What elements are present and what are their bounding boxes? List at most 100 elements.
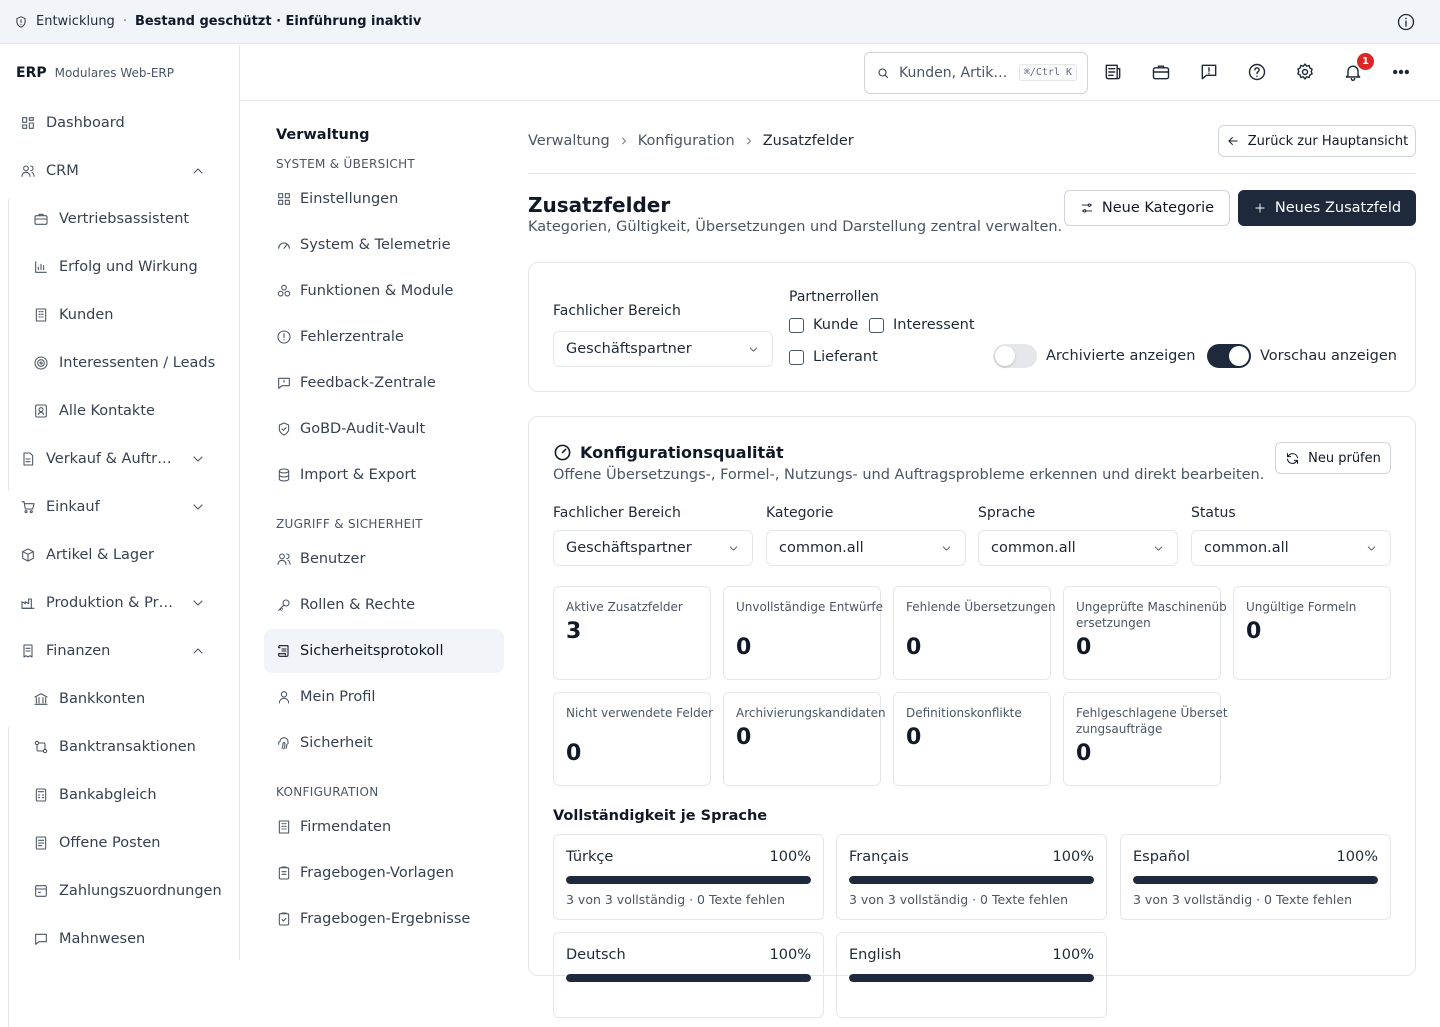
qf-category-label: Kategorie xyxy=(766,505,834,521)
language-card-tr[interactable]: Türkçe 100% 3 von 3 vollständig · 0 Texte … xyxy=(553,834,824,920)
package-icon xyxy=(20,547,46,563)
settings-item-import[interactable]: Import & Export xyxy=(264,453,504,497)
sidebar-item-crm[interactable]: CRM xyxy=(8,151,230,191)
sidebar-item-vertriebsassistent[interactable]: Vertriebsassistent xyxy=(21,199,230,239)
sidebar-item-banktransaktionen[interactable]: Banktransaktionen xyxy=(21,727,230,767)
building-icon xyxy=(33,307,59,323)
sidebar-item-dashboard[interactable]: Dashboard xyxy=(8,103,230,143)
sidebar-item-verkauf[interactable]: Verkauf & Auftr… xyxy=(8,439,230,479)
sidebar-item-kontakte[interactable]: Alle Kontakte xyxy=(21,391,230,431)
sidebar-item-kunden[interactable]: Kunden xyxy=(21,295,230,335)
settings-item-rollen[interactable]: Rollen & Rechte xyxy=(264,583,504,627)
metric-active[interactable]: Aktive Zusatzfelder 3 xyxy=(553,586,711,680)
role-supplier-checkbox[interactable]: Lieferant xyxy=(789,349,878,365)
qf-category-select[interactable]: common.all xyxy=(766,530,966,566)
new-category-button[interactable]: Neue Kategorie xyxy=(1064,190,1230,226)
bell-icon[interactable]: 1 xyxy=(1343,53,1374,84)
sidebar-item-offene-posten[interactable]: Offene Posten xyxy=(21,823,230,863)
brand-name: ERP xyxy=(16,65,47,81)
settings-item-module[interactable]: Funktionen & Module xyxy=(264,269,504,313)
page-subtitle: Kategorien, Gültigkeit, Übersetzungen un… xyxy=(528,219,1063,235)
sidebar-item-bankkonten[interactable]: Bankkonten xyxy=(21,679,230,719)
feedback-icon[interactable] xyxy=(1199,62,1221,84)
environment-label: Entwicklung xyxy=(36,14,115,29)
sidebar-item-produktion[interactable]: Produktion & Pr… xyxy=(8,583,230,623)
sidebar-item-zahlungszuordnungen[interactable]: Zahlungszuordnungen xyxy=(21,871,230,911)
sidebar-item-artikel[interactable]: Artikel & Lager xyxy=(8,535,230,575)
language-card-en[interactable]: English 100% xyxy=(836,932,1107,1018)
sidebar-item-bankabgleich[interactable]: Bankabgleich xyxy=(21,775,230,815)
help-icon[interactable] xyxy=(1247,62,1269,84)
qf-area-select[interactable]: Geschäftspartner xyxy=(553,530,753,566)
settings-item-fragebogen-ergebnisse[interactable]: Fragebogen-Ergebnisse xyxy=(264,897,504,941)
brand-tagline: Modulares Web-ERP xyxy=(54,66,174,80)
language-card-es[interactable]: Español 100% 3 von 3 vollständig · 0 Texte… xyxy=(1120,834,1391,920)
settings-item-fragebogen-vorlagen[interactable]: Fragebogen-Vorlagen xyxy=(264,851,504,895)
settings-item-einstellungen[interactable]: Einstellungen xyxy=(264,177,504,221)
chevron-up-icon xyxy=(190,163,216,179)
message-icon xyxy=(276,375,300,391)
qf-status-select[interactable]: common.all xyxy=(1191,530,1391,566)
settings-item-profil[interactable]: Mein Profil xyxy=(264,675,504,719)
settings-item-firmendaten[interactable]: Firmendaten xyxy=(264,805,504,849)
gauge-icon xyxy=(276,237,300,253)
breadcrumb-konfiguration[interactable]: Konfiguration xyxy=(638,133,735,149)
briefcase-icon[interactable] xyxy=(1151,62,1173,84)
metric-archive-candidates[interactable]: Archivierungskandidaten 0 xyxy=(723,692,886,786)
settings-item-sicherheit[interactable]: Sicherheit xyxy=(264,721,504,765)
more-icon[interactable] xyxy=(1391,62,1413,84)
progress-bar xyxy=(849,974,1094,982)
sidebar-item-finanzen[interactable]: Finanzen xyxy=(8,631,230,671)
target-icon xyxy=(33,355,59,371)
settings-item-fehlerzentrale[interactable]: Fehlerzentrale xyxy=(264,315,504,359)
gauge-icon xyxy=(553,443,572,462)
archived-toggle[interactable]: Archivierte anzeigen xyxy=(993,344,1195,368)
transfer-icon xyxy=(33,739,59,755)
sidebar-item-leads[interactable]: Interessenten / Leads xyxy=(21,343,230,383)
metric-unreviewed-mt[interactable]: Ungeprüfte Maschinenübersetzungen 0 xyxy=(1063,586,1227,680)
sidebar-item-mahnwesen[interactable]: Mahnwesen xyxy=(21,919,230,959)
search-input[interactable]: Kunden, Artik… ⌘/Ctrl K xyxy=(864,52,1088,94)
metric-invalid-formulas[interactable]: Ungültige Formeln 0 xyxy=(1233,586,1391,680)
notification-badge: 1 xyxy=(1357,53,1374,70)
cart-icon xyxy=(20,499,46,515)
recheck-button[interactable]: Neu prüfen xyxy=(1275,442,1391,474)
settings-nav-title: Verwaltung xyxy=(276,127,370,143)
back-button[interactable]: Zurück zur Hauptansicht xyxy=(1218,125,1416,157)
settings-item-feedback[interactable]: Feedback-Zentrale xyxy=(264,361,504,405)
shield-check-icon xyxy=(276,421,300,437)
section-system: SYSTEM & ÜBERSICHT xyxy=(276,157,416,171)
settings-item-benutzer[interactable]: Benutzer xyxy=(264,537,504,581)
new-field-button[interactable]: Neues Zusatzfeld xyxy=(1238,190,1416,226)
language-card-fr[interactable]: Français 100% 3 von 3 vollständig · 0 Text… xyxy=(836,834,1107,920)
sidebar-item-erfolg[interactable]: Erfolg und Wirkung xyxy=(21,247,230,287)
metric-unused-fields[interactable]: Nicht verwendete Felder 0 xyxy=(553,692,713,786)
settings-item-gobd[interactable]: GoBD-Audit-Vault xyxy=(264,407,504,451)
language-card-de[interactable]: Deutsch 100% xyxy=(553,932,824,1018)
chevron-down-icon xyxy=(1152,542,1165,555)
preview-toggle[interactable]: Vorschau anzeigen xyxy=(1207,344,1397,368)
search-icon xyxy=(877,67,889,79)
receipt-icon xyxy=(20,643,46,659)
sidebar-item-einkauf[interactable]: Einkauf xyxy=(8,487,230,527)
metric-definition-conflicts[interactable]: Definitionskonflikte 0 xyxy=(893,692,1051,786)
quality-title: Konfigurationsqualität xyxy=(580,443,784,462)
info-icon[interactable] xyxy=(1396,12,1416,32)
role-customer-checkbox[interactable]: Kunde xyxy=(789,317,858,333)
gear-icon[interactable] xyxy=(1295,62,1317,84)
qf-language-select[interactable]: common.all xyxy=(978,530,1178,566)
area-select[interactable]: Geschäftspartner xyxy=(553,331,773,367)
search-placeholder: Kunden, Artik… xyxy=(899,65,1008,81)
breadcrumb-verwaltung[interactable]: Verwaltung xyxy=(528,133,610,149)
settings-item-sicherheitsprotokoll[interactable]: Sicherheitsprotokoll xyxy=(264,629,504,673)
sidebar: ERP Modulares Web-ERP Dashboard CRM Vertr… xyxy=(0,45,240,1027)
newspaper-icon[interactable] xyxy=(1103,62,1125,84)
key-icon xyxy=(276,597,300,613)
metric-missing-translations[interactable]: Fehlende Übersetzungen 0 xyxy=(893,586,1056,680)
scroll-icon xyxy=(276,643,300,659)
metric-incomplete-drafts[interactable]: Unvollständige Entwürfe 0 xyxy=(723,586,883,680)
metric-failed-translation-jobs[interactable]: Fehlgeschlagene Übersetzungsaufträge 0 xyxy=(1063,692,1228,786)
role-prospect-checkbox[interactable]: Interessent xyxy=(869,317,975,333)
header: Kunden, Artik… ⌘/Ctrl K 1 xyxy=(240,45,1440,101)
settings-item-telemetrie[interactable]: System & Telemetrie xyxy=(264,223,504,267)
